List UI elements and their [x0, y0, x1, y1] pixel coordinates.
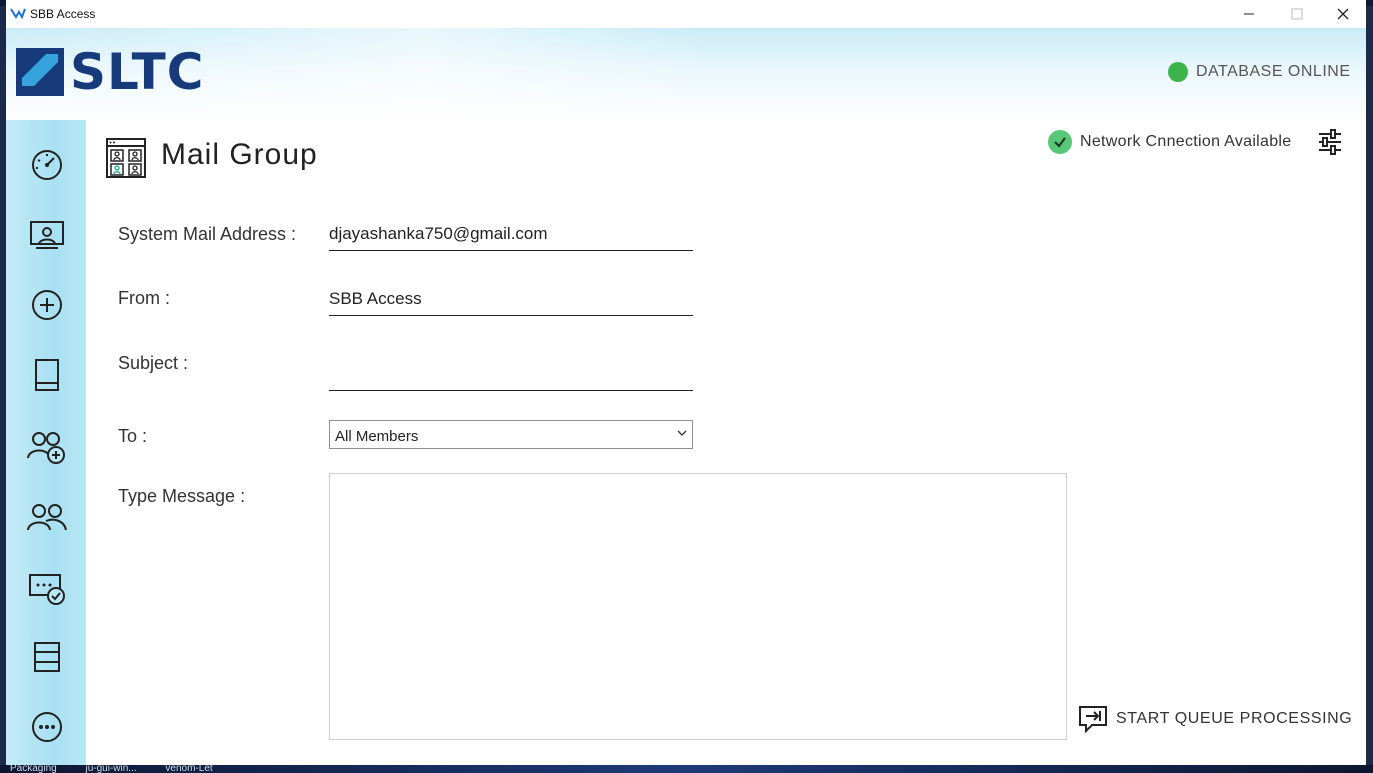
dashboard-gauge-icon [32, 150, 62, 180]
list-rows-icon [34, 642, 60, 672]
taskbar: Packaging ju-gui-win... venom-Let [0, 765, 1373, 773]
message-check-icon [29, 574, 65, 605]
taskbar-item[interactable]: venom-Let [165, 765, 212, 773]
main-content: Mail Group Network Cnnection Available S… [86, 120, 1366, 765]
sidebar-item-messages[interactable] [26, 568, 68, 610]
network-status: Network Cnnection Available [1048, 130, 1291, 154]
sidebar-item-add-group[interactable] [26, 426, 68, 468]
sliders-icon[interactable] [1316, 128, 1344, 156]
sidebar-item-dashboard[interactable] [26, 144, 68, 186]
taskbar-item[interactable]: ju-gui-win... [85, 765, 136, 773]
from-field[interactable] [329, 283, 693, 316]
network-status-text: Network Cnnection Available [1080, 133, 1292, 150]
sltc-logo-mark-icon [16, 48, 64, 96]
add-group-icon [27, 432, 65, 464]
message-label: Type Message : [118, 486, 246, 506]
page-title: Mail Group [161, 138, 318, 171]
sidebar-nav [6, 120, 86, 765]
sidebar-item-more[interactable] [26, 706, 68, 748]
start-queue-button[interactable]: START QUEUE PROCESSING [1078, 704, 1352, 734]
network-check-icon [1048, 130, 1072, 154]
to-label: To : [118, 426, 148, 446]
database-status-text: DATABASE ONLINE [1196, 63, 1351, 80]
sidebar-item-book[interactable] [26, 354, 68, 396]
start-queue-label: START QUEUE PROCESSING [1116, 710, 1353, 727]
sidebar-item-add[interactable] [26, 284, 68, 326]
add-circle-icon [32, 290, 62, 320]
database-status-dot-icon [1168, 62, 1188, 82]
presentation-user-icon [30, 221, 64, 249]
sltc-logo-text: SLTC [70, 43, 205, 101]
minimize-button[interactable] [1226, 0, 1272, 28]
more-circle-icon [32, 712, 62, 742]
sidebar-item-groups[interactable] [26, 496, 68, 538]
maximize-button[interactable] [1274, 0, 1320, 28]
group-icon [27, 504, 67, 531]
minimize-icon [1244, 13, 1254, 15]
chevron-down-icon [677, 430, 687, 436]
taskbar-item[interactable]: Packaging [10, 765, 57, 773]
to-select-value: All Members [335, 428, 419, 445]
app-header [6, 28, 1366, 120]
subject-label: Subject : [118, 353, 189, 373]
sidebar-item-presentation[interactable] [26, 214, 68, 256]
maximize-icon [1291, 8, 1303, 20]
subject-field[interactable] [329, 358, 693, 391]
mail-group-icon [106, 138, 146, 178]
database-status: DATABASE ONLINE [1168, 62, 1351, 82]
queue-arrow-icon [1079, 706, 1107, 733]
book-icon [35, 359, 59, 391]
sidebar-item-list[interactable] [26, 636, 68, 678]
title-bar: SBB Access [6, 0, 1366, 28]
system-mail-field[interactable] [329, 218, 693, 251]
sltc-logo: SLTC [16, 43, 205, 101]
window-title: SBB Access [30, 7, 96, 21]
message-textarea[interactable] [329, 473, 1067, 740]
app-logo-icon [10, 8, 26, 19]
close-button[interactable] [1320, 0, 1366, 28]
system-mail-label: System Mail Address : [118, 224, 297, 244]
app-window: SBB Access SLTC DATABASE ONLINE Mail Gro… [6, 0, 1366, 765]
to-select[interactable]: All Members [329, 420, 693, 449]
from-label: From : [118, 288, 170, 308]
close-icon [1337, 8, 1349, 20]
